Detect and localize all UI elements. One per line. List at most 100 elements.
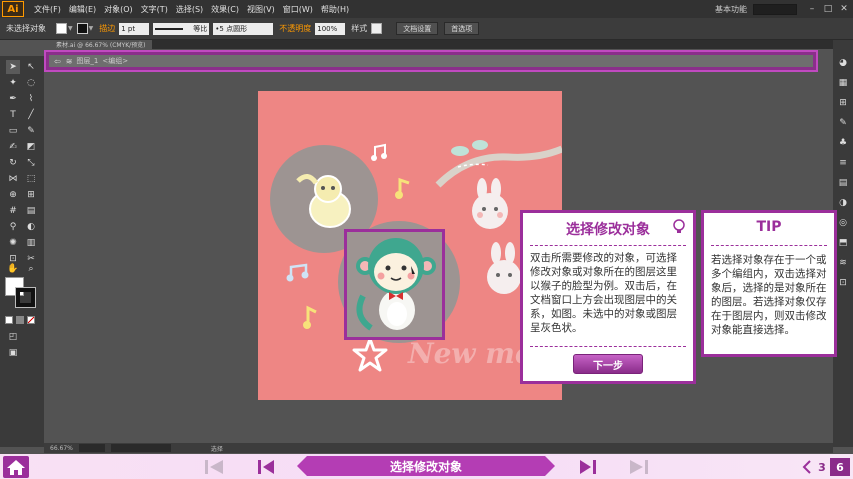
hand-tool-icon[interactable]: ✋	[6, 262, 20, 276]
rotate-icon[interactable]: ↻	[6, 156, 20, 170]
back-arrow-icon[interactable]: ⇦	[54, 57, 61, 66]
last-page-icon[interactable]	[628, 459, 650, 475]
stroke-panel-icon[interactable]: ≡	[836, 156, 850, 170]
stroke-profile-line	[155, 27, 184, 30]
lasso-icon[interactable]: ◌	[24, 76, 38, 90]
color-guide-icon[interactable]: ▦	[836, 76, 850, 90]
menu-window[interactable]: 窗口(W)	[283, 4, 313, 15]
total-pages: 6	[830, 458, 850, 476]
gradient-panel-icon[interactable]: ▤	[836, 176, 850, 190]
type-tool-icon[interactable]: T	[6, 108, 20, 122]
chevron-down-icon[interactable]: ▼	[89, 25, 94, 32]
prev-page-icon[interactable]	[256, 459, 276, 475]
eraser-icon[interactable]: ◩	[24, 140, 38, 154]
opacity-label[interactable]: 不透明度	[279, 23, 311, 34]
music-note-icon	[286, 263, 309, 282]
menu-effect[interactable]: 效果(C)	[211, 4, 239, 15]
zoom-level[interactable]: 66.67%	[50, 445, 73, 452]
fill-swatch[interactable]	[56, 23, 67, 34]
selection-tool-icon[interactable]: ➤	[6, 60, 20, 74]
isolation-breadcrumb[interactable]: 图层_1	[76, 56, 98, 66]
none-mode-swatch[interactable]	[27, 316, 35, 324]
next-step-button[interactable]: 下一步	[573, 354, 643, 374]
home-icon[interactable]	[3, 456, 29, 478]
pencil-icon[interactable]: ✎	[24, 124, 38, 138]
status-text[interactable]: 选择	[211, 444, 223, 453]
graph-tool-icon[interactable]: ▥	[24, 236, 38, 250]
selected-monkey-group[interactable]	[344, 229, 445, 340]
transparency-icon[interactable]: ◑	[836, 196, 850, 210]
graphic-styles-icon[interactable]: ⬒	[836, 236, 850, 250]
menu-select[interactable]: 选择(S)	[176, 4, 203, 15]
direct-selection-tool-icon[interactable]: ↖	[24, 60, 38, 74]
stroke-weight-field[interactable]: 1 pt	[119, 22, 150, 35]
back-icon[interactable]	[802, 459, 812, 475]
tip-card-divider	[530, 245, 686, 246]
monkey-illustration	[356, 238, 436, 331]
zoom-tool-icon[interactable]: ⌕	[24, 262, 38, 276]
appearance-icon[interactable]: ◎	[836, 216, 850, 230]
opacity-field[interactable]: 100%	[315, 22, 346, 35]
artboard-navigator[interactable]	[78, 444, 105, 452]
stroke-profile-label: 等比	[193, 24, 208, 33]
chevron-down-icon[interactable]: ▼	[68, 25, 73, 32]
menu-object[interactable]: 对象(O)	[104, 4, 133, 15]
help-search-input[interactable]	[753, 3, 797, 15]
mesh-icon[interactable]: #	[6, 204, 20, 218]
stroke-label[interactable]: 描边	[99, 23, 115, 34]
document-tab-bar: 素材.ai @ 66.67% (CMYK/预览)	[50, 40, 833, 49]
color-panel-icon[interactable]: ◕	[836, 56, 850, 70]
screen-mode-icon[interactable]: ▣	[6, 346, 20, 360]
symbol-sprayer-icon[interactable]: ✺	[6, 236, 20, 250]
isolation-sub-breadcrumb[interactable]: <编组>	[102, 56, 128, 66]
minimize-icon[interactable]: –	[805, 3, 819, 15]
stroke-color-box[interactable]	[15, 287, 36, 308]
menu-file[interactable]: 文件(F)	[34, 4, 61, 15]
artboard-navigator[interactable]	[110, 444, 171, 452]
pen-tool-icon[interactable]: ✒	[6, 92, 20, 106]
eyedropper-icon[interactable]: ⚲	[6, 220, 20, 234]
current-section-banner: 选择修改对象	[297, 456, 555, 476]
brushes-icon[interactable]: ✎	[836, 116, 850, 130]
brush-tool-icon[interactable]: ✍	[6, 140, 20, 154]
style-swatch[interactable]	[371, 23, 383, 34]
brush-field[interactable]: • 5 点圆形	[213, 22, 274, 35]
magic-wand-icon[interactable]: ✦	[6, 76, 20, 90]
line-tool-icon[interactable]: ╱	[24, 108, 38, 122]
width-tool-icon[interactable]: ⋈	[6, 172, 20, 186]
symbols-icon[interactable]: ♣	[836, 136, 850, 150]
menu-help[interactable]: 帮助(H)	[321, 4, 349, 15]
shape-builder-icon[interactable]: ⊕	[6, 188, 20, 202]
tip-card-body: 若选择对象存在于一个或多个编组内，双击选择对象后，选择的是对象所在的图层。若选择…	[711, 254, 827, 336]
free-transform-icon[interactable]: ⬚	[24, 172, 38, 186]
bunny-illustration	[472, 178, 508, 229]
stroke-profile-field[interactable]: 等比	[153, 22, 210, 35]
maximize-icon[interactable]: □	[821, 3, 835, 15]
layers-panel-icon[interactable]: ≋	[836, 256, 850, 270]
tip-card-divider	[711, 245, 827, 246]
workspace-switcher[interactable]: 基本功能	[715, 4, 747, 15]
gradient-mode-swatch[interactable]	[16, 316, 24, 324]
perspective-icon[interactable]: ⊞	[24, 188, 38, 202]
menu-edit[interactable]: 编辑(E)	[69, 4, 96, 15]
first-page-icon[interactable]	[203, 459, 225, 475]
document-tab[interactable]: 素材.ai @ 66.67% (CMYK/预览)	[50, 40, 152, 49]
scale-icon[interactable]: ⤡	[24, 156, 38, 170]
selection-status: 未选择对象	[6, 24, 46, 33]
artboards-panel-icon[interactable]: ⊡	[836, 276, 850, 290]
close-icon[interactable]: ✕	[837, 3, 851, 15]
menu-type[interactable]: 文字(T)	[141, 4, 168, 15]
curvature-icon[interactable]: ⌇	[24, 92, 38, 106]
rectangle-tool-icon[interactable]: ▭	[6, 124, 20, 138]
next-page-icon[interactable]	[578, 459, 598, 475]
stroke-swatch[interactable]	[76, 23, 88, 34]
gradient-icon[interactable]: ▤	[24, 204, 38, 218]
draw-mode-icon[interactable]: ◰	[6, 330, 20, 344]
tip-card-title: TIP	[756, 219, 782, 235]
document-setup-button[interactable]: 文档设置	[396, 22, 439, 35]
swatches-icon[interactable]: ⊞	[836, 96, 850, 110]
color-mode-swatch[interactable]	[5, 316, 13, 324]
menu-view[interactable]: 视图(V)	[247, 4, 275, 15]
preferences-button[interactable]: 首选项	[444, 22, 480, 35]
blend-icon[interactable]: ◐	[24, 220, 38, 234]
